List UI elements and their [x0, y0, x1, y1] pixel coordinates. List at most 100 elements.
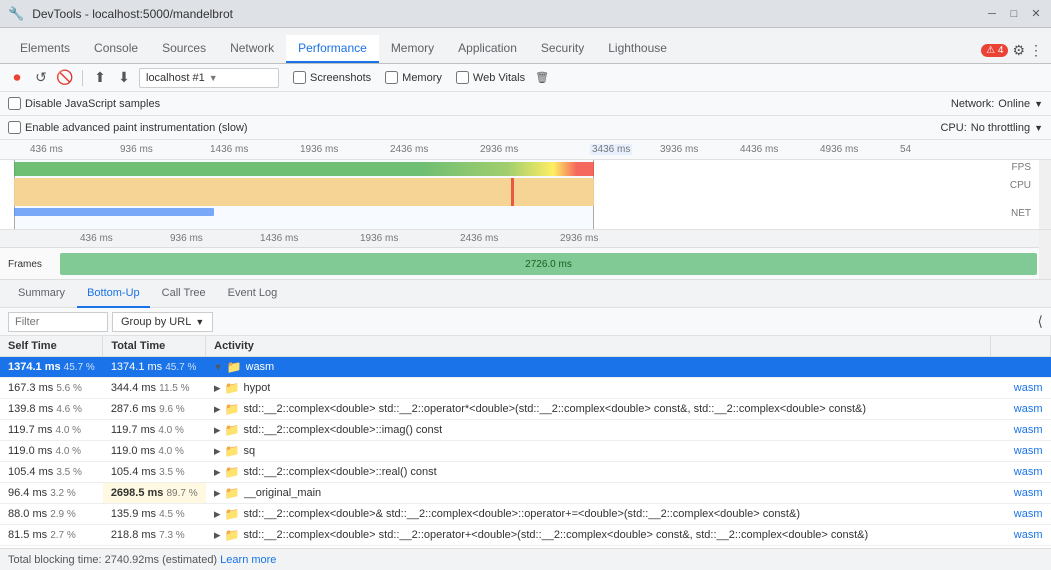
- table-row[interactable]: 105.4 ms 3.5 %105.4 ms 3.5 %▶📁std::__2::…: [0, 462, 1051, 483]
- activity-cell: ▼📁wasm: [206, 357, 991, 378]
- table-row[interactable]: 88.0 ms 2.9 %135.9 ms 4.5 %▶📁std::__2::c…: [0, 504, 1051, 525]
- expand-triangle[interactable]: ▶: [214, 509, 221, 520]
- table-row[interactable]: 119.0 ms 4.0 %119.0 ms 4.0 %▶📁sqwasm: [0, 441, 1051, 462]
- btab-bottom-up[interactable]: Bottom-Up: [77, 280, 150, 308]
- status-text: Total blocking time: 2740.92ms (estimate…: [8, 554, 217, 566]
- table-row[interactable]: 119.7 ms 4.0 %119.7 ms 4.0 %▶📁std::__2::…: [0, 420, 1051, 441]
- wasm-link[interactable]: wasm: [1014, 508, 1043, 520]
- devtools-icon: 🔧: [8, 6, 24, 22]
- tab-sources[interactable]: Sources: [150, 35, 218, 63]
- wasm-link[interactable]: wasm: [1014, 487, 1043, 499]
- tab-icons: ⚠ 4 ⚙ ⋮: [973, 42, 1051, 59]
- ov-scrollbar[interactable]: [1039, 230, 1051, 248]
- expand-panel-icon[interactable]: ⟨: [1038, 313, 1043, 330]
- frames-scrollbar[interactable]: [1039, 248, 1051, 280]
- tick-1436: 1436 ms: [210, 144, 248, 155]
- url-selector[interactable]: localhost #1 ▼: [139, 68, 279, 88]
- table-row[interactable]: 139.8 ms 4.6 %287.6 ms 9.6 %▶📁std::__2::…: [0, 399, 1051, 420]
- tab-lighthouse[interactable]: Lighthouse: [596, 35, 679, 63]
- tab-application[interactable]: Application: [446, 35, 529, 63]
- url-label: localhost #1: [146, 72, 205, 84]
- advanced-paint-label[interactable]: Enable advanced paint instrumentation (s…: [8, 121, 248, 134]
- frames-label: Frames: [0, 259, 60, 270]
- maximize-button[interactable]: □: [1007, 7, 1021, 21]
- minimize-button[interactable]: ─: [985, 7, 999, 21]
- tick-936: 936 ms: [120, 144, 153, 155]
- memory-label[interactable]: Memory: [402, 72, 442, 84]
- disable-js-checkbox[interactable]: [8, 97, 21, 110]
- wasm-link[interactable]: wasm: [1014, 529, 1043, 541]
- screenshots-checkbox[interactable]: [293, 71, 306, 84]
- tab-console[interactable]: Console: [82, 35, 150, 63]
- total-time-cell: 1374.1 ms 45.7 %: [103, 357, 206, 378]
- tab-performance[interactable]: Performance: [286, 35, 379, 63]
- wasm-cell: wasm: [991, 504, 1051, 525]
- wasm-cell: wasm: [991, 441, 1051, 462]
- tab-network[interactable]: Network: [218, 35, 286, 63]
- wasm-link[interactable]: wasm: [1014, 466, 1043, 478]
- screenshots-label[interactable]: Screenshots: [310, 72, 371, 84]
- cpu-dropdown-icon: ▼: [1034, 123, 1043, 133]
- activity-text: std::__2::complex<double>& std::__2::com…: [244, 508, 801, 520]
- expand-triangle[interactable]: ▶: [214, 467, 221, 478]
- expand-triangle[interactable]: ▶: [214, 425, 221, 436]
- wasm-link[interactable]: wasm: [1014, 424, 1043, 436]
- group-by-url-button[interactable]: Group by URL ▼: [112, 312, 213, 332]
- self-time-cell: 139.8 ms 4.6 %: [0, 399, 103, 420]
- learn-more-link[interactable]: Learn more: [220, 554, 276, 566]
- tick-3936: 3936 ms: [660, 144, 698, 155]
- advanced-paint-checkbox[interactable]: [8, 121, 21, 134]
- btab-call-tree[interactable]: Call Tree: [152, 280, 216, 308]
- refresh-button[interactable]: ↺: [32, 69, 50, 87]
- expand-triangle[interactable]: ▶: [214, 488, 221, 499]
- expand-triangle[interactable]: ▶: [214, 530, 221, 541]
- record-button[interactable]: ⏺: [8, 69, 26, 87]
- trash-icon[interactable]: 🗑: [535, 71, 549, 84]
- group-url-dropdown-icon: ▼: [195, 317, 204, 327]
- clear-button[interactable]: 🚫: [56, 69, 74, 87]
- total-time-cell: 344.4 ms 11.5 %: [103, 378, 206, 399]
- wasm-link[interactable]: wasm: [1014, 403, 1043, 415]
- folder-icon: 📁: [225, 381, 240, 395]
- tab-memory[interactable]: Memory: [379, 35, 446, 63]
- wasm-cell: wasm: [991, 462, 1051, 483]
- wasm-cell: wasm: [991, 420, 1051, 441]
- btab-event-log[interactable]: Event Log: [218, 280, 288, 308]
- network-dropdown[interactable]: Network: Online ▼: [951, 98, 1043, 110]
- tab-security[interactable]: Security: [529, 35, 596, 63]
- table-row[interactable]: 1374.1 ms 45.7 %1374.1 ms 45.7 %▼📁wasm: [0, 357, 1051, 378]
- table-row[interactable]: 96.4 ms 3.2 %2698.5 ms 89.7 %▶📁__origina…: [0, 483, 1051, 504]
- settings-icon[interactable]: ⚙: [1012, 42, 1025, 59]
- webvitals-label[interactable]: Web Vitals: [473, 72, 525, 84]
- folder-icon: 📁: [225, 528, 240, 542]
- expand-triangle[interactable]: ▶: [214, 404, 221, 415]
- memory-checkbox[interactable]: [385, 71, 398, 84]
- table-row[interactable]: 81.5 ms 2.7 %218.8 ms 7.3 %▶📁std::__2::c…: [0, 525, 1051, 546]
- close-button[interactable]: ✕: [1029, 7, 1043, 21]
- upload-button[interactable]: ⬆: [91, 69, 109, 87]
- wasm-link[interactable]: wasm: [1014, 445, 1043, 457]
- disable-js-label[interactable]: Disable JavaScript samples: [8, 97, 160, 110]
- wasm-link[interactable]: wasm: [1014, 382, 1043, 394]
- screenshots-group: Screenshots: [293, 71, 371, 84]
- download-button[interactable]: ⬇: [115, 69, 133, 87]
- filter-input[interactable]: [8, 312, 108, 332]
- activity-cell: ▶📁sq: [206, 441, 991, 462]
- tick-2936: 2936 ms: [480, 144, 518, 155]
- tick-3436: 3436 ms: [590, 144, 632, 155]
- fps-label: FPS: [1012, 162, 1031, 173]
- cpu-dropdown[interactable]: CPU: No throttling ▼: [940, 122, 1043, 134]
- webvitals-checkbox[interactable]: [456, 71, 469, 84]
- folder-icon: 📁: [225, 465, 240, 479]
- separator: [82, 70, 83, 86]
- more-icon[interactable]: ⋮: [1029, 42, 1043, 59]
- expand-triangle[interactable]: ▶: [214, 383, 221, 394]
- btab-summary[interactable]: Summary: [8, 280, 75, 308]
- activity-cell: ▶📁std::__2::complex<double>& std::__2::c…: [206, 504, 991, 525]
- expand-triangle[interactable]: ▶: [214, 446, 221, 457]
- tab-elements[interactable]: Elements: [8, 35, 82, 63]
- timeline-scrollbar[interactable]: [1039, 160, 1051, 230]
- self-time-cell: 119.7 ms 4.0 %: [0, 420, 103, 441]
- expand-triangle[interactable]: ▼: [214, 362, 223, 372]
- table-row[interactable]: 167.3 ms 5.6 %344.4 ms 11.5 %▶📁hypotwasm: [0, 378, 1051, 399]
